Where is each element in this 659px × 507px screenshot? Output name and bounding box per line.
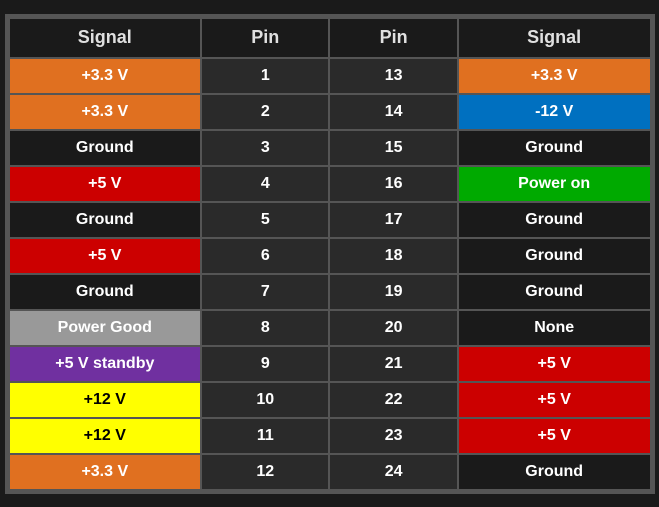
signal-right: Power on bbox=[458, 166, 651, 202]
pin-left: 9 bbox=[201, 346, 329, 382]
table-row: +12 V1022+5 V bbox=[9, 382, 651, 418]
signal-left: Power Good bbox=[9, 310, 202, 346]
pin-right: 23 bbox=[329, 418, 457, 454]
signal-left: +12 V bbox=[9, 418, 202, 454]
signal-left: Ground bbox=[9, 130, 202, 166]
pin-left: 11 bbox=[201, 418, 329, 454]
header-row: Signal Pin Pin Signal bbox=[9, 18, 651, 58]
pin-right: 22 bbox=[329, 382, 457, 418]
signal-right: Ground bbox=[458, 454, 651, 490]
table-row: +5 V416Power on bbox=[9, 166, 651, 202]
pin-left: 7 bbox=[201, 274, 329, 310]
pin-left: 6 bbox=[201, 238, 329, 274]
table-row: +3.3 V214-12 V bbox=[9, 94, 651, 130]
atx-pinout-table: Signal Pin Pin Signal +3.3 V113+3.3 V+3.… bbox=[5, 14, 655, 494]
pin-left: 3 bbox=[201, 130, 329, 166]
pin-right: 17 bbox=[329, 202, 457, 238]
signal-right: +5 V bbox=[458, 382, 651, 418]
pin-left: 2 bbox=[201, 94, 329, 130]
pin-left: 12 bbox=[201, 454, 329, 490]
pin-left: 5 bbox=[201, 202, 329, 238]
pin-left: 10 bbox=[201, 382, 329, 418]
table-row: Power Good820None bbox=[9, 310, 651, 346]
signal-left: +3.3 V bbox=[9, 58, 202, 94]
pin-right: 20 bbox=[329, 310, 457, 346]
pin-right: 24 bbox=[329, 454, 457, 490]
signal-right: +5 V bbox=[458, 418, 651, 454]
signal-left: +5 V bbox=[9, 238, 202, 274]
signal-right: +5 V bbox=[458, 346, 651, 382]
table-row: +3.3 V1224Ground bbox=[9, 454, 651, 490]
pin-right: 21 bbox=[329, 346, 457, 382]
table-row: +3.3 V113+3.3 V bbox=[9, 58, 651, 94]
header-pin-right: Pin bbox=[329, 18, 457, 58]
table-row: +5 V standby921+5 V bbox=[9, 346, 651, 382]
table-row: +12 V1123+5 V bbox=[9, 418, 651, 454]
signal-right: Ground bbox=[458, 202, 651, 238]
pin-right: 19 bbox=[329, 274, 457, 310]
pin-right: 18 bbox=[329, 238, 457, 274]
signal-right: Ground bbox=[458, 274, 651, 310]
signal-left: Ground bbox=[9, 202, 202, 238]
pin-right: 14 bbox=[329, 94, 457, 130]
signal-left: +12 V bbox=[9, 382, 202, 418]
signal-left: Ground bbox=[9, 274, 202, 310]
table-row: +5 V618Ground bbox=[9, 238, 651, 274]
signal-left: +3.3 V bbox=[9, 454, 202, 490]
signal-right: +3.3 V bbox=[458, 58, 651, 94]
signal-right: Ground bbox=[458, 238, 651, 274]
signal-right: Ground bbox=[458, 130, 651, 166]
signal-left: +3.3 V bbox=[9, 94, 202, 130]
signal-right: None bbox=[458, 310, 651, 346]
signal-left: +5 V bbox=[9, 166, 202, 202]
header-pin-left: Pin bbox=[201, 18, 329, 58]
pin-left: 4 bbox=[201, 166, 329, 202]
header-signal-left: Signal bbox=[9, 18, 202, 58]
pin-right: 13 bbox=[329, 58, 457, 94]
pin-right: 15 bbox=[329, 130, 457, 166]
table-row: Ground719Ground bbox=[9, 274, 651, 310]
pin-right: 16 bbox=[329, 166, 457, 202]
table-row: Ground315Ground bbox=[9, 130, 651, 166]
table-row: Ground517Ground bbox=[9, 202, 651, 238]
signal-left: +5 V standby bbox=[9, 346, 202, 382]
pin-left: 8 bbox=[201, 310, 329, 346]
pin-left: 1 bbox=[201, 58, 329, 94]
signal-right: -12 V bbox=[458, 94, 651, 130]
header-signal-right: Signal bbox=[458, 18, 651, 58]
